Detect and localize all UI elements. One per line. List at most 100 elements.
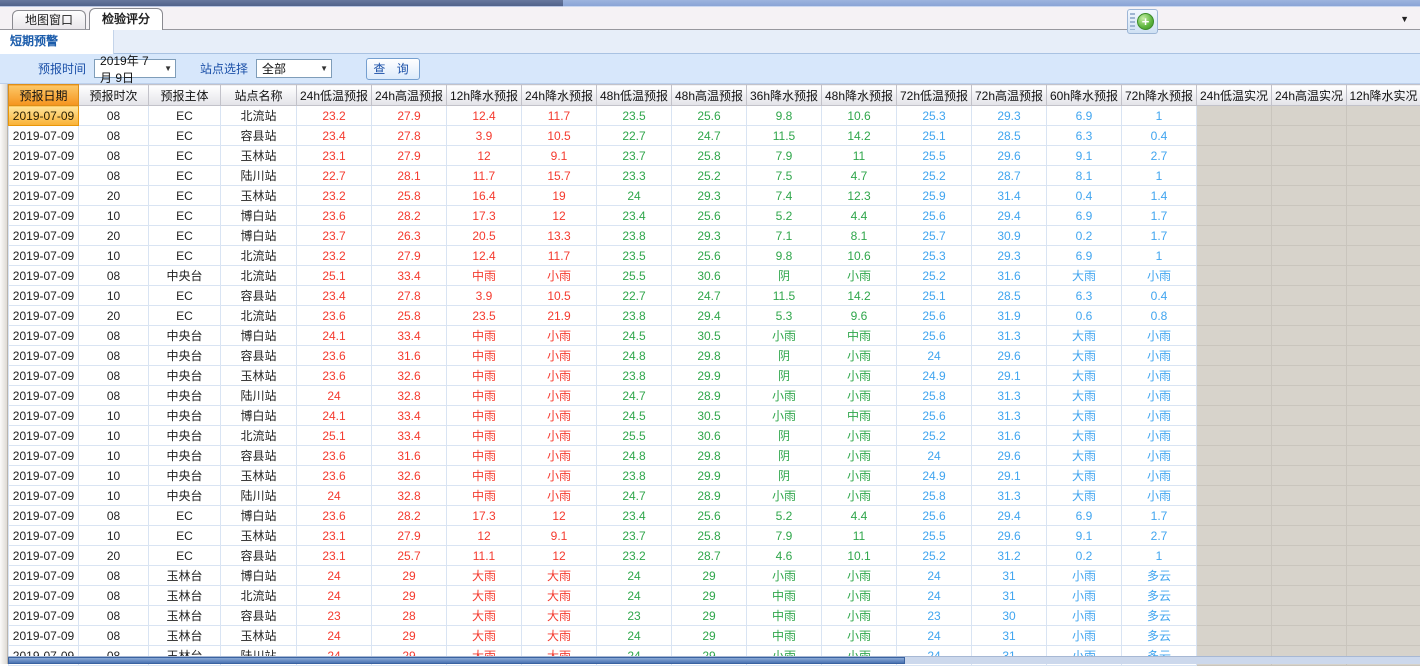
table-cell[interactable]: 中雨 [447, 386, 522, 406]
table-cell[interactable]: 31.6 [972, 426, 1047, 446]
table-cell[interactable]: 23 [597, 606, 672, 626]
table-cell[interactable]: 23.4 [597, 206, 672, 226]
column-header[interactable]: 预报时次 [79, 85, 149, 106]
table-cell[interactable]: 24 [297, 386, 372, 406]
table-cell[interactable]: 0.4 [1122, 126, 1197, 146]
table-cell[interactable]: 2019-07-09 [9, 166, 79, 186]
table-cell[interactable]: 博白站 [221, 326, 297, 346]
table-cell[interactable]: 小雨 [522, 446, 597, 466]
table-cell[interactable]: 20 [79, 186, 149, 206]
table-cell[interactable]: 24 [897, 566, 972, 586]
table-cell[interactable]: 中央台 [149, 366, 221, 386]
table-cell[interactable]: 大雨 [1047, 486, 1122, 506]
table-cell[interactable]: 10.5 [522, 286, 597, 306]
table-cell[interactable]: 大雨 [1047, 366, 1122, 386]
table-cell[interactable]: 24 [597, 566, 672, 586]
table-cell[interactable]: EC [149, 246, 221, 266]
table-cell[interactable]: 29 [672, 626, 747, 646]
table-cell[interactable]: 玉林台 [149, 586, 221, 606]
table-cell[interactable] [1347, 466, 1420, 486]
table-cell[interactable]: 北流站 [221, 246, 297, 266]
table-cell[interactable]: 20 [79, 226, 149, 246]
table-cell[interactable]: 22.7 [597, 286, 672, 306]
table-cell[interactable]: 31.3 [972, 326, 1047, 346]
table-cell[interactable]: 29.6 [972, 146, 1047, 166]
table-cell[interactable]: 23.1 [297, 526, 372, 546]
table-cell[interactable]: 9.1 [1047, 146, 1122, 166]
table-cell[interactable]: 2019-07-09 [9, 386, 79, 406]
table-cell[interactable] [1272, 446, 1347, 466]
table-cell[interactable] [1272, 106, 1347, 126]
table-cell[interactable]: 小雨 [1047, 626, 1122, 646]
table-cell[interactable] [1272, 626, 1347, 646]
table-cell[interactable]: 10 [79, 526, 149, 546]
table-cell[interactable] [1272, 246, 1347, 266]
table-cell[interactable]: 28.2 [372, 206, 447, 226]
table-row[interactable]: 2019-07-0908EC陆川站22.728.111.715.723.325.… [9, 166, 1420, 186]
table-cell[interactable]: 8.1 [822, 226, 897, 246]
table-cell[interactable]: EC [149, 226, 221, 246]
table-row[interactable]: 2019-07-0908玉林台玉林站2429大雨大雨2429中雨小雨2431小雨… [9, 626, 1420, 646]
table-cell[interactable]: 20.5 [447, 226, 522, 246]
table-cell[interactable]: 中央台 [149, 266, 221, 286]
table-cell[interactable]: 5.2 [747, 206, 822, 226]
column-header[interactable]: 12h降水预报 [447, 85, 522, 106]
table-cell[interactable]: 0.6 [1047, 306, 1122, 326]
table-cell[interactable] [1197, 166, 1272, 186]
table-row[interactable]: 2019-07-0908玉林台容县站2328大雨大雨2329中雨小雨2330小雨… [9, 606, 1420, 626]
table-cell[interactable]: 23.8 [597, 306, 672, 326]
table-cell[interactable]: 容县站 [221, 606, 297, 626]
station-select[interactable]: 全部 ▼ [256, 59, 332, 78]
table-cell[interactable]: 10 [79, 466, 149, 486]
table-cell[interactable]: 23.1 [297, 146, 372, 166]
table-cell[interactable]: 30.6 [672, 426, 747, 446]
table-cell[interactable]: 10 [79, 446, 149, 466]
table-cell[interactable]: 3.9 [447, 286, 522, 306]
table-cell[interactable]: 2019-07-09 [9, 246, 79, 266]
table-cell[interactable]: 9.8 [747, 106, 822, 126]
table-cell[interactable]: 10.6 [822, 106, 897, 126]
table-cell[interactable]: 29.6 [972, 346, 1047, 366]
table-cell[interactable]: 12 [522, 546, 597, 566]
table-cell[interactable] [1347, 206, 1420, 226]
table-cell[interactable]: 12.4 [447, 106, 522, 126]
table-cell[interactable]: 23.5 [597, 106, 672, 126]
table-cell[interactable]: 25.6 [672, 106, 747, 126]
table-cell[interactable]: 中雨 [447, 426, 522, 446]
table-cell[interactable]: 08 [79, 386, 149, 406]
table-cell[interactable]: 29 [372, 626, 447, 646]
table-cell[interactable]: 24.7 [672, 126, 747, 146]
table-cell[interactable]: 2019-07-09 [9, 546, 79, 566]
table-cell[interactable] [1272, 126, 1347, 146]
table-cell[interactable] [1197, 406, 1272, 426]
column-header[interactable]: 72h高温预报 [972, 85, 1047, 106]
table-cell[interactable]: 2019-07-09 [9, 586, 79, 606]
table-cell[interactable]: 2019-07-09 [9, 446, 79, 466]
table-cell[interactable]: EC [149, 546, 221, 566]
table-cell[interactable]: 23.4 [297, 126, 372, 146]
table-cell[interactable]: 25.9 [897, 186, 972, 206]
table-cell[interactable]: 25.5 [897, 146, 972, 166]
table-cell[interactable] [1197, 366, 1272, 386]
table-cell[interactable]: 22.7 [297, 166, 372, 186]
table-cell[interactable]: 29.4 [972, 206, 1047, 226]
table-cell[interactable]: 小雨 [522, 426, 597, 446]
column-header[interactable]: 预报日期 [9, 85, 79, 106]
table-cell[interactable]: 28.9 [672, 486, 747, 506]
table-cell[interactable]: 2.7 [1122, 526, 1197, 546]
table-cell[interactable]: 14.2 [822, 286, 897, 306]
table-cell[interactable]: 31 [972, 586, 1047, 606]
table-cell[interactable] [1347, 326, 1420, 346]
table-cell[interactable]: 阴 [747, 366, 822, 386]
query-button[interactable]: 查 询 [366, 58, 420, 80]
table-cell[interactable]: 2019-07-09 [9, 146, 79, 166]
table-cell[interactable]: 大雨 [1047, 266, 1122, 286]
table-cell[interactable]: 28 [372, 606, 447, 626]
table-cell[interactable]: 小雨 [822, 486, 897, 506]
table-row[interactable]: 2019-07-0910中央台玉林站23.632.6中雨小雨23.829.9阴小… [9, 466, 1420, 486]
table-cell[interactable]: 0.2 [1047, 226, 1122, 246]
table-cell[interactable]: 中央台 [149, 326, 221, 346]
table-cell[interactable] [1347, 346, 1420, 366]
table-cell[interactable] [1197, 426, 1272, 446]
table-cell[interactable] [1347, 246, 1420, 266]
